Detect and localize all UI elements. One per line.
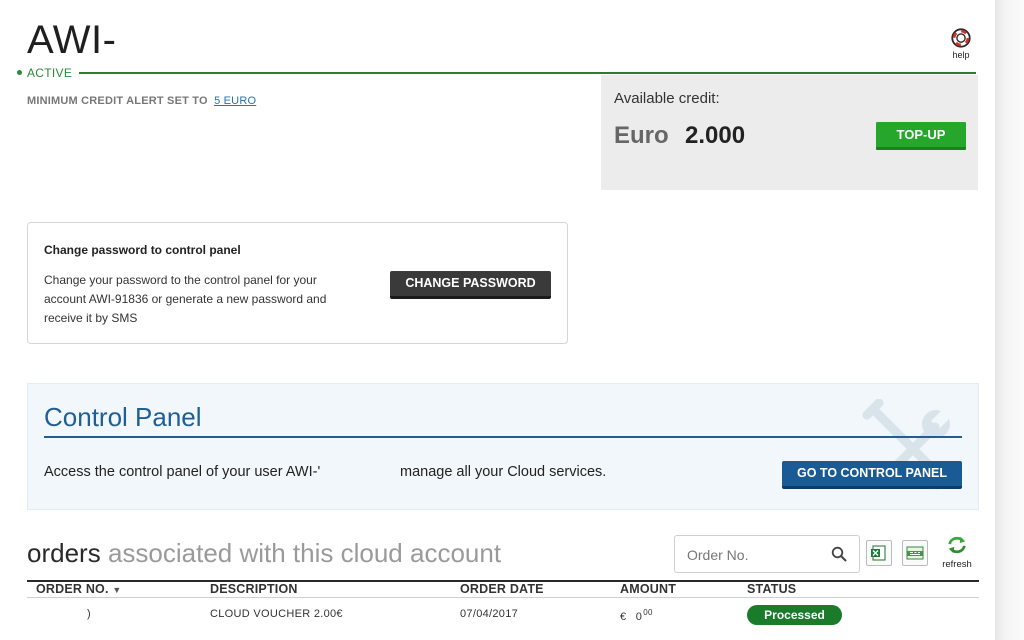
credit-amount: 2.000 <box>685 122 746 149</box>
refresh-icon <box>948 536 966 554</box>
control-panel-section: Control Panel Access the control panel o… <box>27 383 979 510</box>
column-header-status: STATUS <box>747 582 797 596</box>
column-header-amount: AMOUNT <box>620 582 677 596</box>
control-panel-description: Access the control panel of your user AW… <box>44 464 321 480</box>
sort-down-icon: ▼ <box>112 585 122 595</box>
search-icon[interactable] <box>831 546 847 562</box>
control-panel-title: Control Panel <box>44 402 202 432</box>
excel-export-icon[interactable] <box>866 540 892 566</box>
orders-subtitle: associated with this cloud account <box>107 538 502 568</box>
column-header-order-no[interactable]: ORDER NO. ▼ <box>36 582 121 596</box>
topup-button[interactable]: TOP-UP <box>876 122 966 150</box>
order-search-input[interactable] <box>687 545 827 565</box>
refresh-label: refresh <box>942 559 972 570</box>
change-password-description: Change your password to the control pane… <box>44 273 327 325</box>
orders-heading: orders associated with this cloud accoun… <box>27 538 501 569</box>
amount-currency: € <box>620 611 627 623</box>
amount-cell: € 000 <box>620 608 653 623</box>
description-cell: CLOUD VOUCHER 2.00€ <box>210 608 343 620</box>
status-label: ACTIVE <box>27 66 73 80</box>
page-edge-shadow <box>995 0 1024 640</box>
order-search-box <box>674 535 860 573</box>
credit-alert-link[interactable]: 5 EURO <box>214 95 256 107</box>
orders-title: orders <box>27 538 101 568</box>
change-password-card: Change password to control panel Change … <box>27 222 568 344</box>
amount-decimals: 00 <box>643 608 653 617</box>
orders-table-header-border <box>27 597 979 598</box>
account-page: AWI- help ACTIVE MINIMUM CREDIT ALERT SE… <box>0 0 995 640</box>
column-header-order-date: ORDER DATE <box>460 582 544 596</box>
status-dot <box>17 70 22 75</box>
credit-alert: MINIMUM CREDIT ALERT SET TO 5 EURO <box>27 95 256 107</box>
go-to-control-panel-button[interactable]: GO TO CONTROL PANEL <box>782 461 962 489</box>
lifebuoy-icon <box>951 28 971 48</box>
account-title: AWI- <box>27 18 117 62</box>
credit-label: Available credit: <box>614 90 720 107</box>
change-password-button[interactable]: CHANGE PASSWORD <box>390 271 551 299</box>
help-button[interactable]: help <box>945 25 977 61</box>
order-date-cell: 07/04/2017 <box>460 608 519 620</box>
change-password-title: Change password to control panel <box>44 243 241 257</box>
help-label: help <box>952 50 970 60</box>
credit-currency: Euro <box>614 122 669 149</box>
column-header-description: DESCRIPTION <box>210 582 298 596</box>
csv-export-icon[interactable] <box>902 540 928 566</box>
status-divider <box>79 72 976 74</box>
control-panel-description-end: manage all your Cloud services. <box>400 464 607 480</box>
amount-integer: 0 <box>635 611 643 623</box>
column-header-order-no-label: ORDER NO. <box>36 582 109 596</box>
control-panel-divider <box>44 436 962 438</box>
status-badge: Processed <box>747 605 842 625</box>
credit-alert-label: MINIMUM CREDIT ALERT SET TO <box>27 95 208 107</box>
order-no-cell[interactable]: ) <box>87 608 91 620</box>
credit-panel: Available credit: Euro 2.000 TOP-UP <box>601 75 978 190</box>
refresh-button[interactable]: refresh <box>938 535 976 570</box>
